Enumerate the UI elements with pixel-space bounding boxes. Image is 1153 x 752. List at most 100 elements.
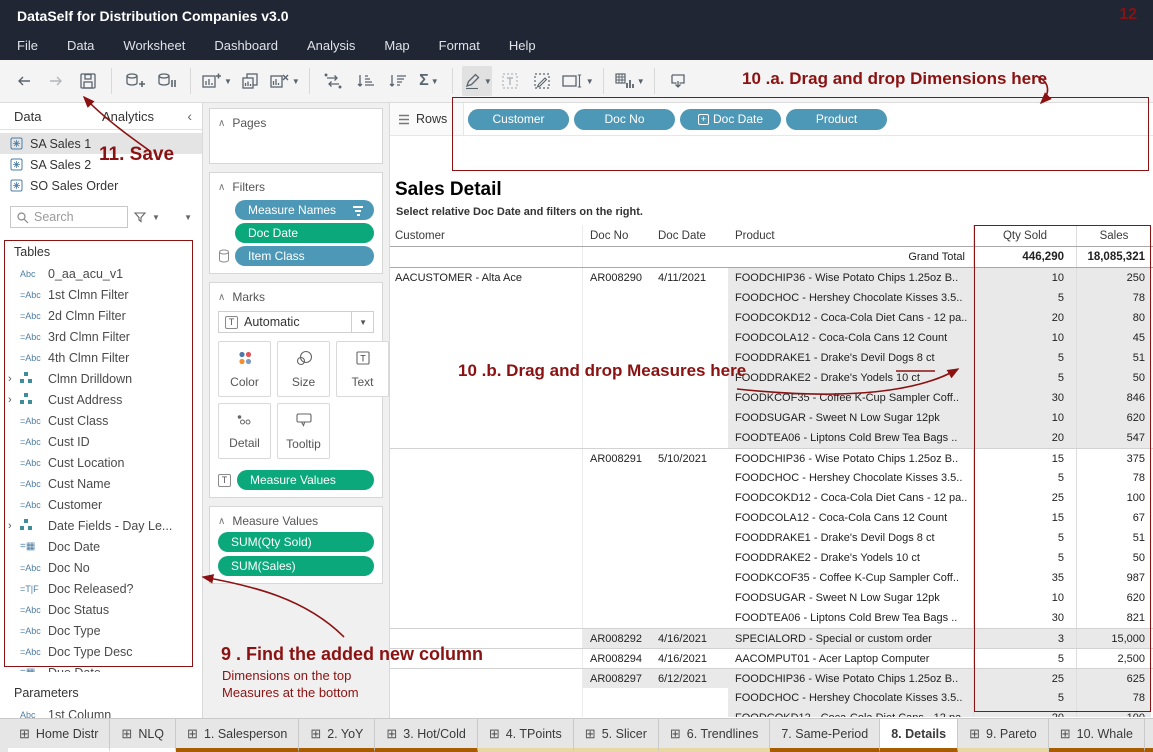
field-item[interactable]: › 0_aa_acu_v1: [0, 263, 202, 284]
field-item[interactable]: › Doc Type: [0, 620, 202, 641]
col-header-qty-sold[interactable]: Qty Sold: [973, 225, 1076, 246]
highlight-pen-icon[interactable]: ▼: [462, 66, 492, 96]
filter-pill[interactable]: Doc Date: [235, 223, 374, 243]
table-row[interactable]: FOODDRAKE2 - Drake's Yodels 10 ct 5 50: [390, 368, 1153, 388]
menu-item[interactable]: Data: [67, 38, 94, 53]
field-item[interactable]: › Cust Address: [0, 389, 202, 410]
tab-data[interactable]: Data: [0, 103, 92, 129]
field-item[interactable]: › Doc No: [0, 557, 202, 578]
field-item[interactable]: › Customer: [0, 494, 202, 515]
field-item[interactable]: › Doc Type Desc: [0, 641, 202, 662]
save-icon[interactable]: [74, 66, 102, 96]
field-item[interactable]: › Cust ID: [0, 431, 202, 452]
table-row[interactable]: FOODCOLA12 - Coca-Cola Cans 12 Count 10 …: [390, 328, 1153, 348]
field-item[interactable]: › 2d Clmn Filter: [0, 305, 202, 326]
measure-values-pill[interactable]: Measure Values: [237, 470, 374, 490]
menu-item[interactable]: File: [17, 38, 38, 53]
field-item[interactable]: › Cust Location: [0, 452, 202, 473]
new-worksheet-icon[interactable]: ▼: [200, 66, 232, 96]
table-row[interactable]: FOODKCOF35 - Coffee K-Cup Sampler Coff..…: [390, 568, 1153, 588]
field-item[interactable]: › 3rd Clmn Filter: [0, 326, 202, 347]
pause-auto-updates-icon[interactable]: [153, 66, 181, 96]
col-header-sales[interactable]: Sales: [1076, 225, 1151, 246]
table-row[interactable]: FOODCHOC - Hershey Chocolate Kisses 3.5.…: [390, 468, 1153, 488]
presentation-mode-icon[interactable]: [664, 66, 692, 96]
collapse-card-icon[interactable]: ∧: [218, 516, 225, 527]
menu-item[interactable]: Help: [509, 38, 536, 53]
expand-chevron-icon[interactable]: ›: [8, 520, 20, 532]
field-item[interactable]: › 1st Clmn Filter: [0, 284, 202, 305]
table-row[interactable]: FOODCHOC - Hershey Chocolate Kisses 3.5.…: [390, 288, 1153, 308]
field-item[interactable]: › Doc Released?: [0, 578, 202, 599]
table-row[interactable]: FOODSUGAR - Sweet N Low Sugar 12pk 10 62…: [390, 588, 1153, 608]
filter-pill[interactable]: Measure Names: [235, 200, 374, 220]
sheet-tab[interactable]: ⊞ 10. Whale: [1049, 719, 1145, 752]
sheet-tab[interactable]: ⊞ NLQ: [110, 719, 176, 752]
redo-arrow-icon[interactable]: [42, 66, 70, 96]
show-me-icon[interactable]: ▼: [613, 66, 645, 96]
filter-funnel-icon[interactable]: [133, 210, 147, 224]
sheet-tab[interactable]: ⊞ 2. YoY: [299, 719, 375, 752]
collapse-card-icon[interactable]: ∧: [218, 118, 225, 129]
menu-item[interactable]: Map: [384, 38, 409, 53]
collapse-card-icon[interactable]: ∧: [218, 292, 225, 303]
sheet-tab[interactable]: ⊞ 1. Salesperson: [176, 719, 299, 752]
table-row[interactable]: FOODCOKD12 - Coca-Cola Diet Cans - 12 pa…: [390, 308, 1153, 328]
table-row[interactable]: FOODCHOC - Hershey Chocolate Kisses 3.5.…: [390, 688, 1153, 708]
table-row[interactable]: FOODCOKD12 - Coca-Cola Diet Cans - 12 pa…: [390, 488, 1153, 508]
sort-ascending-icon[interactable]: [351, 66, 379, 96]
sheet-tab[interactable]: ⊞ 3. Hot/Cold: [375, 719, 477, 752]
table-row[interactable]: AR008294 4/16/2021 AACOMPUT01 - Acer Lap…: [390, 648, 1153, 668]
marks-button[interactable]: Text: [336, 341, 389, 397]
view-options-caret[interactable]: ▼: [184, 213, 192, 222]
sheet-tab[interactable]: 8. Details: [880, 719, 958, 752]
mark-type-dropdown[interactable]: Automatic ▼: [218, 311, 374, 333]
filter-pill[interactable]: Item Class: [235, 246, 374, 266]
measure-pill[interactable]: SUM(Qty Sold): [218, 532, 374, 552]
menu-item[interactable]: Format: [439, 38, 480, 53]
clear-sheet-icon[interactable]: ▼: [268, 66, 300, 96]
table-row[interactable]: FOODTEA06 - Liptons Cold Brew Tea Bags .…: [390, 608, 1153, 628]
table-row[interactable]: FOODSUGAR - Sweet N Low Sugar 12pk 10 62…: [390, 408, 1153, 428]
shelf-pill[interactable]: Customer: [468, 109, 569, 130]
field-item[interactable]: › Date Fields - Day Le...: [0, 515, 202, 536]
datasource-item[interactable]: SA Sales 2: [0, 154, 202, 175]
search-box[interactable]: [10, 206, 128, 228]
field-item[interactable]: › Clmn Drilldown: [0, 368, 202, 389]
tab-analytics[interactable]: Analytics: [92, 103, 164, 129]
search-input[interactable]: [34, 210, 119, 224]
totals-sigma-icon[interactable]: Σ▼: [415, 66, 443, 96]
table-row[interactable]: AR008292 4/16/2021 SPECIALORD - Special …: [390, 628, 1153, 648]
sheet-tab[interactable]: ⊞ 6. Trendlines: [659, 719, 770, 752]
table-row[interactable]: FOODTEA06 - Liptons Cold Brew Tea Bags .…: [390, 428, 1153, 448]
sheet-tab[interactable]: ⊞ Home Distr: [8, 719, 110, 752]
sheet-tab[interactable]: ⊞ 9. Pareto: [958, 719, 1049, 752]
sheet-tab[interactable]: ⊞ 5. Slicer: [574, 719, 659, 752]
duplicate-sheet-icon[interactable]: [236, 66, 264, 96]
expand-plus-icon[interactable]: [698, 114, 709, 125]
field-item[interactable]: › Cust Name: [0, 473, 202, 494]
shelf-pill[interactable]: Doc Date: [680, 109, 781, 130]
menu-item[interactable]: Analysis: [307, 38, 355, 53]
marks-button[interactable]: Color: [218, 341, 271, 397]
field-item[interactable]: › Doc Date: [0, 536, 202, 557]
field-item[interactable]: › 4th Clmn Filter: [0, 347, 202, 368]
add-datasource-icon[interactable]: [121, 66, 149, 96]
collapse-card-icon[interactable]: ∧: [218, 182, 225, 193]
field-item[interactable]: › Due Date: [0, 662, 202, 672]
fit-selector-icon[interactable]: ▼: [560, 66, 594, 96]
marks-button[interactable]: Size: [277, 341, 330, 397]
expand-chevron-icon[interactable]: ›: [8, 373, 20, 385]
field-item[interactable]: › Doc Status: [0, 599, 202, 620]
expand-chevron-icon[interactable]: ›: [8, 394, 20, 406]
table-row[interactable]: FOODDRAKE2 - Drake's Yodels 10 ct 5 50: [390, 548, 1153, 568]
swap-rows-columns-icon[interactable]: [319, 66, 347, 96]
shelf-pill[interactable]: Doc No: [574, 109, 675, 130]
collapse-pane-icon[interactable]: ‹: [187, 108, 192, 124]
marks-button[interactable]: Tooltip: [277, 403, 330, 459]
table-row[interactable]: AR008291 5/10/2021 FOODCHIP36 - Wise Pot…: [390, 448, 1153, 468]
table-row[interactable]: FOODDRAKE1 - Drake's Devil Dogs 8 ct 5 5…: [390, 348, 1153, 368]
field-item[interactable]: › Cust Class: [0, 410, 202, 431]
table-row[interactable]: FOODKCOF35 - Coffee K-Cup Sampler Coff..…: [390, 388, 1153, 408]
table-row[interactable]: FOODCOKD12 - Coca-Cola Diet Cans - 12 pa…: [390, 708, 1153, 717]
